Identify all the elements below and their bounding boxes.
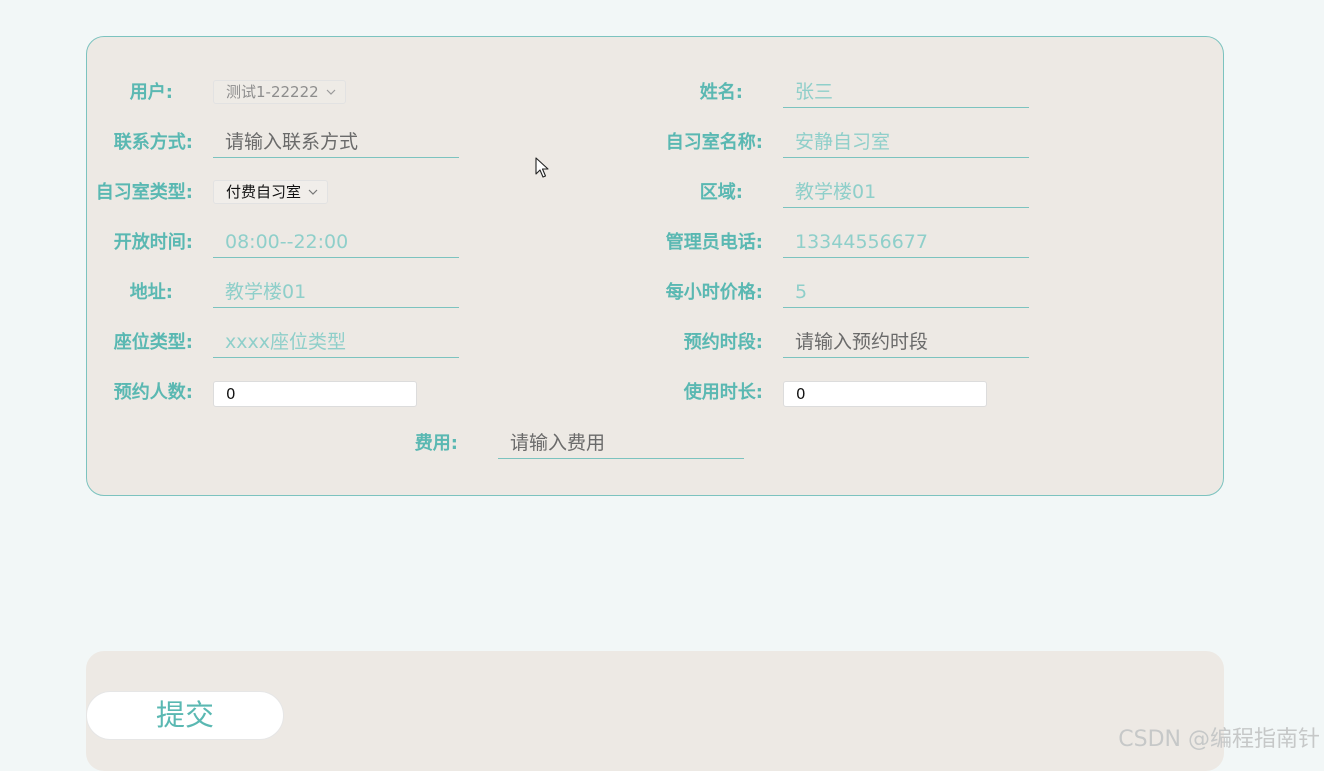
booking-form: 用户: 测试1-22222 姓名: 张三 联系方式: 请输入联系方式 自习室名称… xyxy=(86,36,1224,496)
user-label: 用户: xyxy=(129,82,173,103)
user-select-value: 测试1-22222 xyxy=(226,83,319,101)
room-type-label: 自习室类型: xyxy=(95,182,193,203)
contact-input[interactable]: 请输入联系方式 xyxy=(213,127,459,158)
fee-input[interactable]: 请输入费用 xyxy=(498,428,744,459)
hourly-price-input[interactable]: 5 xyxy=(783,277,1029,308)
name-input[interactable]: 张三 xyxy=(783,77,1029,108)
watermark: CSDN @编程指南针 xyxy=(1118,727,1320,752)
booking-period-label: 预约时段: xyxy=(683,332,763,353)
people-count-label: 预约人数: xyxy=(113,382,193,403)
address-input[interactable]: 教学楼01 xyxy=(213,277,459,308)
seat-type-label: 座位类型: xyxy=(113,332,193,353)
hourly-price-label: 每小时价格: xyxy=(665,282,763,303)
room-type-select[interactable]: 付费自习室 xyxy=(213,180,329,204)
address-label: 地址: xyxy=(129,282,173,303)
admin-phone-input[interactable]: 13344556677 xyxy=(783,227,1029,258)
chevron-down-icon xyxy=(326,89,336,95)
name-label: 姓名: xyxy=(699,82,743,103)
room-type-select-value: 付费自习室 xyxy=(226,183,302,201)
chevron-down-icon xyxy=(308,189,318,195)
submit-button[interactable]: 提交 xyxy=(86,691,284,740)
mouse-cursor-icon xyxy=(535,157,549,178)
open-time-label: 开放时间: xyxy=(113,232,193,253)
booking-period-input[interactable]: 请输入预约时段 xyxy=(783,327,1029,358)
contact-label: 联系方式: xyxy=(113,132,193,153)
usage-duration-input[interactable]: 0 xyxy=(783,381,987,407)
people-count-input[interactable]: 0 xyxy=(213,381,417,407)
area-label: 区域: xyxy=(699,182,743,203)
open-time-input[interactable]: 08:00--22:00 xyxy=(213,227,459,258)
fee-label: 费用: xyxy=(414,433,458,454)
user-select[interactable]: 测试1-22222 xyxy=(213,80,346,104)
seat-type-input[interactable]: xxxx座位类型 xyxy=(213,327,459,358)
usage-duration-label: 使用时长: xyxy=(683,382,763,403)
area-input[interactable]: 教学楼01 xyxy=(783,177,1029,208)
room-name-label: 自习室名称: xyxy=(665,132,763,153)
admin-phone-label: 管理员电话: xyxy=(665,232,763,253)
room-name-input[interactable]: 安静自习室 xyxy=(783,127,1029,158)
